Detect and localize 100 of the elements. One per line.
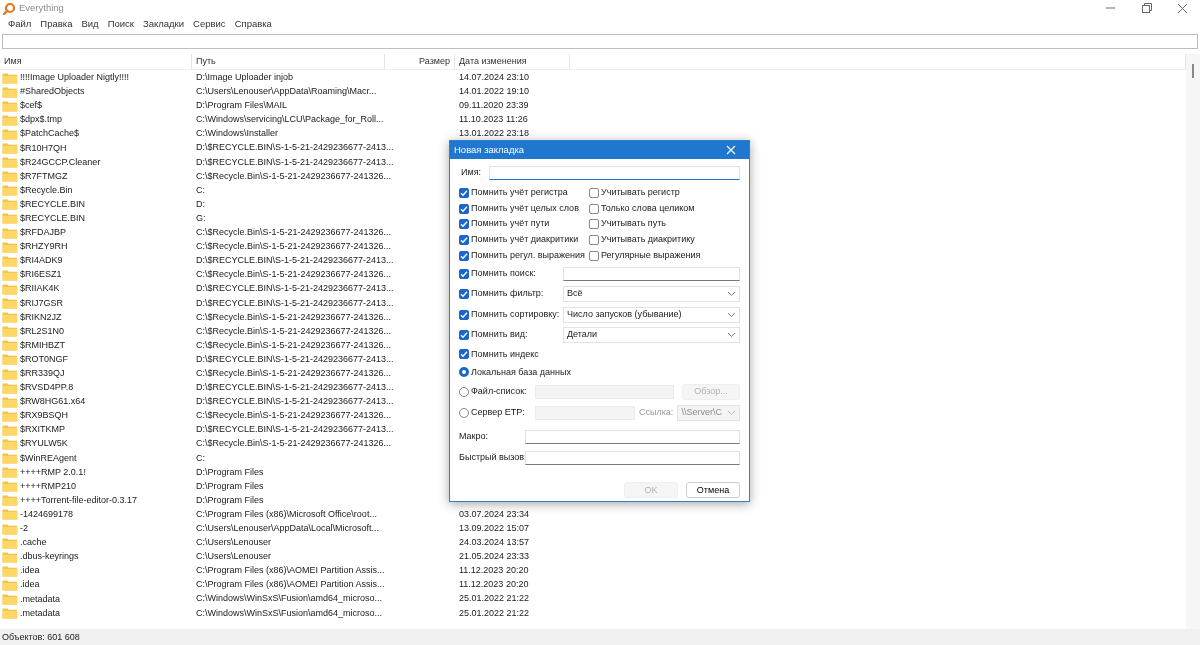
window-title: Everything xyxy=(19,1,64,16)
folder-icon xyxy=(2,169,18,183)
file-path: C:\Users\Lenouser xyxy=(196,551,272,562)
file-path: C:\Windows\WinSxS\Fusion\amd64_microso... xyxy=(196,607,383,618)
folder-icon xyxy=(2,592,18,605)
checkbox[interactable] xyxy=(459,219,469,230)
link-label: Ссылка: xyxy=(639,406,674,420)
menu-item[interactable]: Вид xyxy=(77,17,103,32)
folder-icon xyxy=(2,352,18,366)
search-field[interactable] xyxy=(2,34,1198,49)
menu-item[interactable]: Поиск xyxy=(103,17,138,32)
radio-label: Сервер ETP: xyxy=(471,406,526,420)
checkbox-label: Учитывать путь xyxy=(601,217,666,231)
file-path: D:\Program Files xyxy=(196,480,264,491)
macro-field[interactable] xyxy=(525,429,740,444)
checkbox[interactable] xyxy=(589,187,599,198)
file-name: .metadata xyxy=(20,606,61,620)
menu-item[interactable]: Правка xyxy=(36,17,77,32)
file-name: $RX9BSQH xyxy=(20,409,69,423)
checkbox[interactable] xyxy=(589,234,599,245)
file-path: C:\Windows\Installer xyxy=(196,128,279,139)
dropdown[interactable]: Всё xyxy=(563,286,740,303)
modified-date: 14.01.2022 19:10 xyxy=(459,86,530,97)
file-name: ++++RMP 2.0.1! xyxy=(20,465,86,479)
file-name: $RECYCLE.BIN xyxy=(20,197,86,211)
folder-icon xyxy=(2,451,18,465)
file-path: C: xyxy=(196,452,205,463)
file-name: $WinREAgent xyxy=(20,451,77,465)
file-path: D:\$RECYCLE.BIN\S-1-5-21-2429236677-2413... xyxy=(196,424,394,435)
checkbox-label: Учитывать регистр xyxy=(601,186,680,200)
search-text-field[interactable] xyxy=(563,266,740,281)
file-name: $Recycle.Bin xyxy=(20,183,73,197)
file-path: C:\$Recycle.Bin\S-1-5-21-2429236677-241326... xyxy=(196,227,392,238)
checkbox[interactable] xyxy=(459,349,469,360)
folder-icon xyxy=(2,437,18,450)
file-name: .idea xyxy=(20,578,40,592)
file-path: C:\$Recycle.Bin\S-1-5-21-2429236677-241326... xyxy=(196,367,392,378)
file-name: $dpx$.tmp xyxy=(20,113,63,127)
hotkey-field[interactable] xyxy=(525,450,740,465)
folder-icon xyxy=(2,338,18,352)
checkbox-label: Помнить поиск: xyxy=(471,266,536,280)
file-path: C:\Windows\servicing\LCU\Package_for_Roll... xyxy=(196,114,384,125)
file-name: $RIJ7GSR xyxy=(20,296,63,310)
checkbox-label: Только слова целиком xyxy=(601,201,695,215)
checkbox[interactable] xyxy=(589,219,599,230)
dropdown[interactable]: Детали xyxy=(563,327,740,344)
menu-item[interactable]: Файл xyxy=(4,17,36,32)
dropdown[interactable]: Число запусков (убывание) xyxy=(563,306,740,323)
checkbox[interactable] xyxy=(459,330,469,341)
modified-date: 25.01.2022 21:22 xyxy=(459,593,530,604)
name-field[interactable] xyxy=(489,166,740,180)
file-name: ++++RMP210 xyxy=(20,479,77,493)
checkbox[interactable] xyxy=(459,268,469,279)
radio-button[interactable] xyxy=(459,367,469,378)
checkbox[interactable] xyxy=(459,234,469,245)
chevron-down-icon xyxy=(727,311,736,318)
file-path: C: xyxy=(196,184,205,195)
file-path: D:\$RECYCLE.BIN\S-1-5-21-2429236677-2413... xyxy=(196,283,394,294)
column-header[interactable]: Размер xyxy=(385,54,455,69)
folder-icon xyxy=(2,197,18,211)
restore-icon xyxy=(1140,3,1152,14)
file-name: $RIIAK4K xyxy=(20,282,60,296)
close-icon xyxy=(726,145,736,155)
column-header[interactable]: Имя xyxy=(0,54,192,69)
scrollbar[interactable] xyxy=(1186,54,1200,629)
file-path: C:\Users\Lenouser xyxy=(196,537,272,548)
checkbox[interactable] xyxy=(589,203,599,214)
file-path: D:\Program Files\MAIL xyxy=(196,100,288,111)
modified-date: 03.07.2024 23:34 xyxy=(459,508,530,519)
file-path: C:\Program Files (x86)\AOMEI Partition Assis... xyxy=(196,565,385,576)
file-name: $RYULW5K xyxy=(20,437,68,451)
checkbox-label: Помнить учёт целых слов xyxy=(471,201,579,215)
file-path: C:\$Recycle.Bin\S-1-5-21-2429236677-241326... xyxy=(196,269,392,280)
menu-item[interactable]: Сервис xyxy=(189,17,230,32)
checkbox[interactable] xyxy=(589,250,599,261)
file-name: .metadata xyxy=(20,592,61,606)
column-header[interactable]: Дата изменения xyxy=(455,54,570,69)
file-name: $RI6ESZ1 xyxy=(20,268,62,282)
file-path: D:\Program Files xyxy=(196,494,264,505)
file-name: $RHZY9RH xyxy=(20,240,68,254)
file-name: $RR339QJ xyxy=(20,367,65,380)
file-name: $RW8HG61.x64 xyxy=(20,395,86,409)
menu-item[interactable]: Закладки xyxy=(138,17,189,32)
menu-item[interactable]: Справка xyxy=(230,17,276,32)
file-path: C:\$Recycle.Bin\S-1-5-21-2429236677-241326... xyxy=(196,325,392,336)
radio-label: Локальная база данных xyxy=(471,365,571,379)
folder-icon xyxy=(2,141,18,154)
checkbox[interactable] xyxy=(459,187,469,198)
column-header[interactable]: Путь xyxy=(192,54,385,69)
checkbox[interactable] xyxy=(459,289,469,300)
modified-date: 11.12.2023 20:20 xyxy=(459,579,529,590)
file-path: C:\Program Files (x86)\AOMEI Partition Assis... xyxy=(196,579,385,590)
checkbox[interactable] xyxy=(459,309,469,320)
cancel-button[interactable]: Отмена xyxy=(686,482,740,499)
file-name: $RFDAJBP xyxy=(20,226,66,240)
folder-icon xyxy=(2,310,18,324)
checkbox[interactable] xyxy=(459,250,469,261)
file-name: $ROT0NGF xyxy=(20,352,68,366)
checkbox[interactable] xyxy=(459,203,469,214)
field-label: Имя: xyxy=(461,166,482,180)
